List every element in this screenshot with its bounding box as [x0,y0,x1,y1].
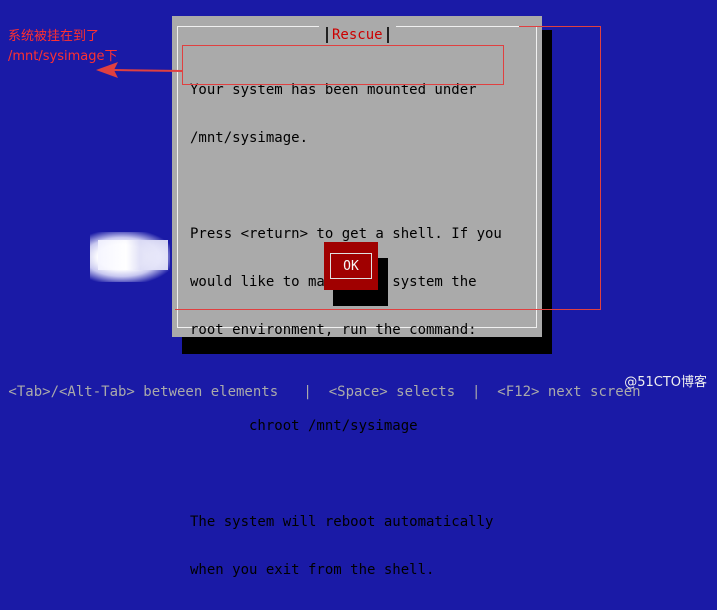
dialog-message: Your system has been mounted under /mnt/… [190,50,530,610]
message-line [190,178,530,194]
message-line: Press <return> to get a shell. If you [190,226,502,242]
watermark: @51CTO博客 [624,375,707,390]
ok-button-label: OK [330,253,372,279]
keyboard-hint-bar: <Tab>/<Alt-Tab> between elements | <Spac… [0,384,641,400]
dialog-title: Rescue [332,27,383,43]
message-line [190,466,530,482]
title-right-bar [386,27,389,43]
annotation-text-line1: 系统被挂在到了 [8,29,100,44]
ok-button[interactable]: OK [324,242,378,290]
annotation-outline [519,26,601,310]
annotation-arrow-icon [96,62,183,78]
annotation-outline-bottom [175,309,601,310]
message-line-command: chroot /mnt/sysimage [190,418,418,434]
message-line: when you exit from the shell. [190,562,435,578]
message-line: root environment, run the command: [190,322,477,338]
annotation-highlight-box [182,45,504,85]
title-left-bar [326,27,328,43]
redacted-blur-center [98,240,168,270]
message-line: The system will reboot automatically [190,514,494,530]
dialog-title-wrap: Rescue [319,26,396,44]
message-line: /mnt/sysimage. [190,130,309,146]
